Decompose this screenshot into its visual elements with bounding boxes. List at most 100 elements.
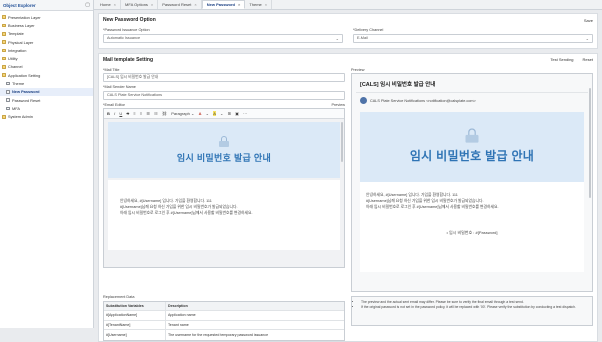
- more-icon[interactable]: ⋯: [243, 111, 247, 116]
- mail-title-label: *Mail Title: [103, 67, 120, 72]
- table-icon[interactable]: ⊞: [228, 111, 231, 116]
- tab-label: MFA Options: [125, 2, 148, 7]
- underline-button[interactable]: U: [119, 111, 122, 116]
- panel-title: New Password Option: [103, 17, 156, 23]
- table-row: #[ApplicationName] Application name: [104, 311, 344, 321]
- strikethrough-button[interactable]: S: [126, 111, 129, 116]
- explorer-header: Object Explorer ▢: [0, 0, 93, 11]
- replacement-title: Replacement Data: [103, 295, 135, 299]
- close-icon[interactable]: ×: [194, 2, 196, 7]
- paragraph-select[interactable]: Paragraph ⌄: [171, 111, 194, 116]
- tree-item[interactable]: Password Reset: [0, 96, 93, 104]
- table-row: #[TenantName] Tenant name: [104, 320, 344, 330]
- chevron-down-icon[interactable]: ⌄: [220, 111, 223, 116]
- chevron-down-icon[interactable]: ⌄: [206, 111, 209, 116]
- preview-link[interactable]: Preview: [331, 103, 345, 107]
- align-center-icon[interactable]: ≡: [140, 111, 142, 116]
- tab[interactable]: Home ×: [96, 0, 122, 9]
- preview-subject: [CALS] 임시 비밀번호 발급 안내: [356, 78, 588, 93]
- tree-item[interactable]: Application Setting: [0, 71, 93, 79]
- issuance-select[interactable]: Automatic Issuance ⌄: [103, 33, 343, 43]
- editor-content[interactable]: 임시 비밀번호 발급 안내 안녕하세요, #[Username] 입니다. 가입…: [104, 119, 344, 267]
- close-icon[interactable]: ×: [114, 2, 116, 7]
- tree-item-label: Utility: [8, 56, 18, 62]
- link-icon[interactable]: ⛓: [162, 111, 167, 116]
- bold-button[interactable]: B: [107, 111, 110, 116]
- preview-sender: CALS Plate Service Notifications <notifi…: [356, 93, 588, 108]
- description-cell: Application name: [168, 313, 196, 318]
- delivery-value: E-Mail: [357, 36, 368, 40]
- page-icon: [6, 98, 10, 102]
- tree-item[interactable]: System Admin: [0, 113, 93, 121]
- close-icon[interactable]: ×: [265, 2, 267, 7]
- column-header: Description: [168, 303, 188, 308]
- mail-title-input[interactable]: [CALS] 임시 비밀번호 발급 안내: [103, 73, 345, 82]
- close-icon[interactable]: ×: [151, 2, 153, 7]
- editor-banner: 임시 비밀번호 발급 안내: [108, 122, 340, 178]
- tree-item-label: Theme: [12, 81, 25, 87]
- preview-body: 안녕하세요, #[Username] 입니다. 가입을 환영합니다. 111 #…: [360, 182, 584, 272]
- template-editor-column: *Mail Title [CALS] 임시 비밀번호 발급 안내 *Mail S…: [103, 66, 345, 293]
- tree-item[interactable]: Channel: [0, 63, 93, 71]
- editor-label: *Email Editor: [103, 102, 125, 107]
- close-icon[interactable]: ×: [238, 2, 240, 7]
- tab-label: Password Reset: [162, 2, 192, 7]
- content-area: New Password Option Save *Password Issua…: [98, 13, 598, 342]
- chevron-down-icon: ⌄: [335, 35, 339, 41]
- folder-icon: [2, 23, 6, 28]
- tree-item[interactable]: MFA: [0, 104, 93, 112]
- italic-button[interactable]: I: [114, 111, 115, 116]
- bullet-list-icon[interactable]: ☰: [146, 111, 150, 116]
- tree-item[interactable]: Business Layer: [0, 21, 93, 29]
- test-sending-button[interactable]: Test Sending: [550, 57, 573, 62]
- tree-item-label: System Admin: [8, 114, 33, 120]
- tree-item[interactable]: Physical Layer: [0, 38, 93, 46]
- delivery-select[interactable]: E-Mail ⌄: [353, 33, 593, 43]
- tree-item-label: Business Layer: [8, 22, 35, 28]
- tree-item[interactable]: Template: [0, 30, 93, 38]
- description-cell: The username for the requested temporary…: [168, 332, 269, 337]
- preview-banner: 임시 비밀번호 발급 안내: [360, 112, 584, 182]
- tree-item[interactable]: Presentation Layer: [0, 13, 93, 21]
- editor-toolbar: B I U S ≡ ≡ ☰ ☷ ⛓ Paragraph ⌄ A ⌄ A ⌄ ⊞ …: [104, 109, 344, 119]
- tab[interactable]: Theme ×: [245, 0, 273, 9]
- numbered-list-icon[interactable]: ☷: [154, 111, 158, 116]
- preview-column: Preview [CALS] 임시 비밀번호 발급 안내 CALS Plate …: [351, 66, 593, 292]
- editor-scrollbar[interactable]: [341, 122, 343, 162]
- tree-item[interactable]: Theme: [0, 79, 93, 87]
- tab[interactable]: Password Reset ×: [158, 0, 202, 9]
- tab[interactable]: MFA Options ×: [121, 0, 159, 9]
- preview-body-line: 아래 임시 비밀번호로 로그인 후 #[Username]님께서 사용할 비밀번…: [366, 205, 499, 209]
- page-icon: [6, 81, 10, 86]
- issuance-label: *Password Issuance Option: [103, 28, 150, 32]
- tree-item-label: Presentation Layer: [8, 14, 41, 20]
- image-icon[interactable]: ▣: [235, 111, 239, 116]
- tree-item-label: Template: [8, 31, 24, 37]
- tree-item[interactable]: Integration: [0, 46, 93, 54]
- tree-item[interactable]: New Password: [0, 87, 93, 96]
- tab[interactable]: New Password ×: [201, 0, 246, 9]
- font-color-button[interactable]: A: [199, 111, 202, 116]
- table-row: #[Username] The username for the request…: [104, 330, 344, 340]
- highlight-button[interactable]: A: [213, 111, 216, 116]
- table-header-row: Substitution Variables Description: [104, 301, 344, 311]
- sender-input[interactable]: CALS Plate Service Notifications: [103, 90, 345, 100]
- reset-button[interactable]: Reset: [583, 57, 593, 62]
- tree-item-label: Application Setting: [8, 72, 41, 78]
- email-editor[interactable]: B I U S ≡ ≡ ☰ ☷ ⛓ Paragraph ⌄ A ⌄ A ⌄ ⊞ …: [103, 108, 345, 268]
- sender-avatar: [360, 97, 367, 104]
- folder-icon: [2, 31, 6, 36]
- save-button[interactable]: Save: [584, 18, 593, 23]
- sender-label: *Mail Sender Name: [103, 85, 136, 89]
- object-explorer: Object Explorer ▢ Presentation Layer Busi…: [0, 0, 94, 328]
- tree-item[interactable]: Utility: [0, 54, 93, 62]
- delivery-field: *Delivery Channel E-Mail ⌄: [353, 28, 593, 43]
- collapse-icon[interactable]: ▢: [85, 2, 90, 8]
- tree-item-label: Channel: [8, 64, 23, 70]
- tab-label: Home: [100, 2, 111, 7]
- preview-scrollbar[interactable]: [589, 88, 591, 198]
- tree-item-label: Integration: [8, 47, 27, 53]
- variable-cell: #[ApplicationName]: [104, 311, 166, 320]
- align-left-icon[interactable]: ≡: [133, 111, 135, 116]
- note-item: If the original password is not set in t…: [361, 305, 588, 310]
